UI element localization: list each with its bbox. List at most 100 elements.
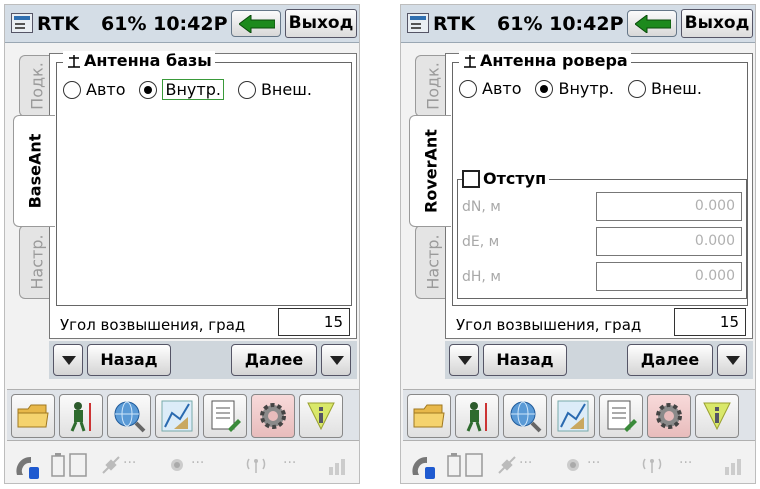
radio-internal[interactable]: Внутр. [139,79,224,100]
folder-icon [413,404,445,428]
back-button[interactable]: Назад [483,344,567,376]
survey-map-icon [161,400,193,432]
tab-rover-antenna[interactable]: RoverAnt [409,115,451,227]
settings-button[interactable] [251,394,295,438]
radio-icon [567,459,579,471]
signal-bars-icon [329,459,345,475]
offset-toggle[interactable]: Отступ [462,169,550,188]
group-title: Антенна ровера [459,51,631,70]
satellite-status: ... [519,451,533,467]
battery-icon [447,453,461,477]
globe-search-icon [510,401,542,433]
globe-button[interactable] [503,394,547,438]
battery-icon [51,453,65,477]
next-button[interactable]: Далее [627,344,713,376]
gear-icon [656,403,682,429]
surveyor-icon [466,402,487,432]
back-button[interactable]: Назад [87,344,171,376]
dropdown-right-button[interactable] [321,344,351,376]
info-button[interactable] [299,394,343,438]
map-button[interactable] [155,394,199,438]
navigation-bar: Назад Далее [49,341,357,379]
radio-auto[interactable]: Авто [63,79,125,100]
offset-dh-input[interactable]: 0.000 [596,262,742,291]
folder-button[interactable] [407,394,451,438]
offset-de-input[interactable]: 0.000 [596,227,742,256]
title-bar: RTK 61% 10:42P Выход [5,5,359,43]
satellite-icon [498,456,516,474]
memory-card-icon [69,453,87,477]
status-indicator: 61% 10:42P [497,13,624,35]
offset-group: Отступ dN, м 0.000 dE, м 0.000 dH, м 0.0… [457,169,747,299]
survey-button[interactable] [59,394,103,438]
dropdown-right-button[interactable] [717,344,747,376]
globe-button[interactable] [107,394,151,438]
radio-external[interactable]: Внеш. [627,79,702,98]
antenna-type-radios: Авто Внутр. Внеш. [459,79,702,98]
radio-internal[interactable]: Внутр. [535,79,614,98]
map-button[interactable] [551,394,595,438]
gear-icon [260,403,286,429]
tab-base-antenna[interactable]: BaseAnt [13,115,55,227]
folder-icon [17,404,49,428]
tab-connection[interactable]: Подк. [19,55,53,117]
offset-de-label: dE, м [462,234,500,250]
offset-row-dn: dN, м 0.000 [462,192,744,222]
exit-button[interactable]: Выход [285,9,357,38]
antenna-signal-icon [246,458,266,473]
radio-external[interactable]: Внеш. [237,79,312,100]
notes-button[interactable] [599,394,643,438]
back-arrow-button[interactable] [627,10,677,37]
surveyor-icon [70,402,91,432]
signal-status: ... [283,451,297,467]
navigation-bar: Назад Далее [445,341,753,379]
elevation-label: Угол возвышения, град [60,316,246,334]
start-menu-icon[interactable] [11,13,33,33]
next-button[interactable]: Далее [231,344,317,376]
vertical-tabs: Подк. BaseAnt Настр. [13,55,55,355]
satellite-status: ... [123,451,137,467]
radio-status: ... [191,451,205,467]
settings-button[interactable] [647,394,691,438]
survey-button[interactable] [455,394,499,438]
offset-checkbox[interactable] [462,169,480,188]
device-screen-rover: RTK 61% 10:42P Выход Подк. RoverAnt Наст… [400,4,756,484]
antenna-group: Антенна базы Авто Внутр. Внеш. [56,51,352,306]
offset-dn-input[interactable]: 0.000 [596,192,742,221]
antenna-icon [464,54,476,68]
offset-dn-label: dN, м [462,199,501,215]
back-arrow-button[interactable] [231,10,281,37]
globe-search-icon [114,401,146,433]
status-bar: ... ... ... [5,445,359,483]
radio-icon [171,459,183,471]
dropdown-left-button[interactable] [53,344,83,376]
signal-status: ... [679,451,693,467]
dropdown-left-button[interactable] [449,344,479,376]
app-title: RTK [37,13,80,35]
satellite-icon [102,456,120,474]
elevation-input[interactable]: 15 [674,308,746,336]
tab-settings[interactable]: Настр. [19,225,53,299]
tab-connection[interactable]: Подк. [415,55,449,117]
antenna-type-radios: Авто Внутр. Внеш. [63,79,312,100]
antenna-panel: Антенна базы Авто Внутр. Внеш. Угол возв… [49,51,357,339]
radio-auto[interactable]: Авто [459,79,521,98]
folder-button[interactable] [11,394,55,438]
offset-row-dh: dH, м 0.000 [462,262,744,292]
gnss-receiver-icon [412,456,435,479]
info-icon [307,402,335,431]
survey-map-icon [557,400,589,432]
exit-button[interactable]: Выход [681,9,753,38]
info-button[interactable] [695,394,739,438]
tab-settings[interactable]: Настр. [415,225,449,299]
app-title: RTK [433,13,476,35]
offset-row-de: dE, м 0.000 [462,227,744,257]
status-bar: ... ... ... [401,445,755,483]
elevation-input[interactable]: 15 [278,308,350,336]
antenna-panel: Антенна ровера Авто Внутр. Внеш. Отступ … [445,51,753,339]
start-menu-icon[interactable] [407,13,429,33]
antenna-group: Антенна ровера Авто Внутр. Внеш. Отступ … [452,51,748,306]
elevation-label: Угол возвышения, град [456,316,642,334]
antenna-signal-icon [642,458,662,473]
notes-button[interactable] [203,394,247,438]
